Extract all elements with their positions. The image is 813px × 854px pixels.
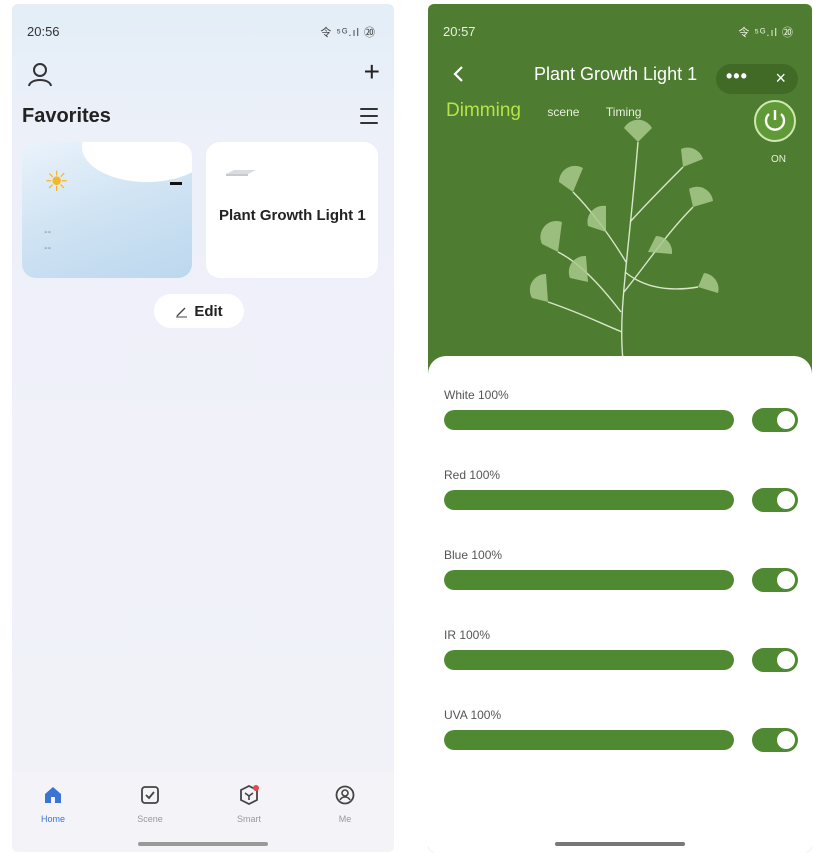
smart-icon: [240, 784, 259, 806]
status-icons: 令 ⁵ᴳ.ıl ⑳: [320, 27, 376, 39]
brightness-slider[interactable]: [444, 490, 734, 510]
home-indicator: [555, 842, 685, 846]
close-button[interactable]: ×: [775, 68, 786, 89]
tab-smart[interactable]: Smart: [219, 784, 279, 824]
channel-blue: Blue 100%: [444, 548, 798, 608]
favorites-menu-icon[interactable]: [360, 108, 378, 124]
tab-scene[interactable]: Scene: [120, 784, 180, 824]
tab-me-label: Me: [338, 814, 352, 824]
channel-ir: IR 100%: [444, 628, 798, 688]
power-button[interactable]: [754, 100, 796, 142]
power-state-label: ON: [771, 154, 786, 165]
more-options-button[interactable]: •••: [726, 66, 748, 87]
brightness-slider[interactable]: [444, 410, 734, 430]
channel-label: UVA 100%: [444, 708, 502, 722]
pencil-icon: [176, 307, 188, 317]
channel-toggle[interactable]: [752, 728, 798, 752]
brightness-slider[interactable]: [444, 730, 734, 750]
weather-line-1: --: [44, 226, 52, 238]
channel-uva: UVA 100%: [444, 708, 798, 768]
home-indicator: [138, 842, 268, 846]
tab-dimming[interactable]: Dimming: [446, 100, 521, 122]
ginkgo-plant-illustration: [529, 119, 719, 360]
power-icon: [764, 110, 786, 131]
cloud-graphic: [82, 142, 192, 182]
channel-label: Red 100%: [444, 468, 501, 482]
tab-smart-label: Smart: [236, 814, 261, 824]
add-device-button[interactable]: +: [364, 58, 380, 86]
status-time: 20:56: [27, 24, 60, 39]
user-circle-icon: [335, 785, 355, 805]
channel-toggle[interactable]: [752, 408, 798, 432]
weather-card[interactable]: ☀ -- --: [22, 142, 192, 278]
channel-label: White 100%: [444, 388, 509, 402]
edit-label: Edit: [194, 302, 223, 320]
brightness-slider[interactable]: [444, 570, 734, 590]
brightness-slider[interactable]: [444, 650, 734, 670]
channel-toggle[interactable]: [752, 488, 798, 512]
tab-me[interactable]: Me: [315, 784, 375, 824]
device-card-plant-growth-light[interactable]: Plant Growth Light 1: [206, 142, 378, 278]
channel-red: Red 100%: [444, 468, 798, 528]
mini-app-capsule: ••• ×: [716, 64, 798, 94]
weather-line-2: --: [44, 242, 52, 254]
tab-home-label: Home: [40, 814, 65, 824]
bottom-tab-bar: Home Scene Smart Me: [12, 772, 394, 852]
scene-check-icon: [141, 786, 159, 804]
tab-scene-label: Scene: [137, 814, 163, 824]
status-icons: 令 ⁵ᴳ.ıl ⑳: [738, 27, 794, 39]
back-arrow-icon[interactable]: [452, 64, 466, 84]
channel-label: Blue 100%: [444, 548, 503, 562]
channel-toggle[interactable]: [752, 648, 798, 672]
grow-light-icon: [226, 170, 256, 176]
channel-label: IR 100%: [444, 628, 491, 642]
sun-icon: ☀: [44, 166, 70, 197]
favorites-title: Favorites: [22, 105, 111, 127]
channel-toggle[interactable]: [752, 568, 798, 592]
status-time: 20:57: [443, 24, 476, 39]
device-name: Plant Growth Light 1: [219, 207, 366, 224]
user-icon[interactable]: [26, 60, 54, 88]
weather-value-placeholder: [170, 182, 182, 185]
tab-home[interactable]: Home: [23, 784, 83, 824]
home-icon: [45, 787, 61, 803]
device-title: Plant Growth Light 1: [534, 64, 698, 84]
channel-control-panel: White 100% Red 100% Blue 100% IR 100% UV…: [428, 356, 812, 852]
home-screen: 20:56 令 ⁵ᴳ.ıl ⑳ + Favorites ☀ -- -- Plan…: [12, 4, 394, 852]
edit-favorites-button[interactable]: Edit: [154, 294, 244, 328]
channel-white: White 100%: [444, 388, 798, 448]
device-control-screen: 20:57 令 ⁵ᴳ.ıl ⑳ Plant Growth Light 1 •••…: [428, 4, 812, 852]
